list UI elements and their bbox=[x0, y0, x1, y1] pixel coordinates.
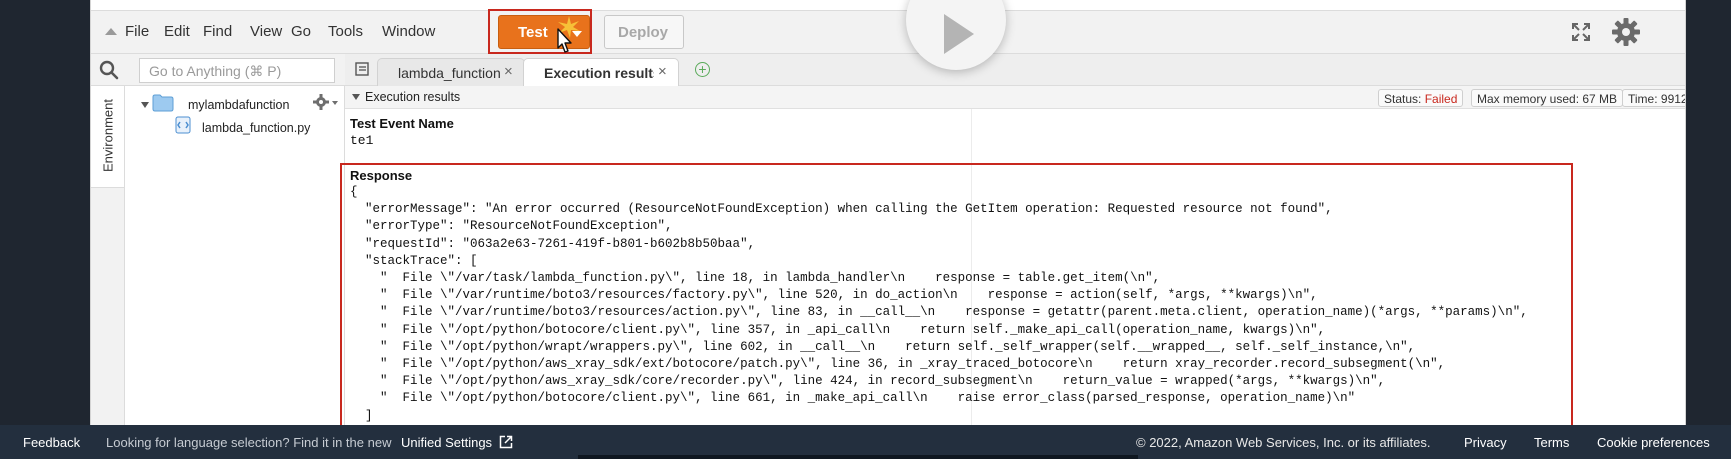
folder-name[interactable]: mylambdafunction bbox=[188, 98, 289, 112]
tab-lambda-function[interactable]: lambda_function. × bbox=[377, 58, 525, 86]
close-icon[interactable]: × bbox=[504, 63, 513, 80]
tree-expand-caret-icon[interactable] bbox=[141, 102, 149, 108]
gear-icon[interactable] bbox=[313, 94, 339, 110]
cookie-preferences-link[interactable]: Cookie preferences bbox=[1597, 435, 1710, 450]
close-icon[interactable]: × bbox=[658, 63, 667, 80]
memory-badge: Max memory used: 67 MB bbox=[1471, 89, 1624, 107]
terms-link[interactable]: Terms bbox=[1534, 435, 1569, 450]
menu-go[interactable]: Go bbox=[291, 23, 311, 40]
environment-tab[interactable]: Environment bbox=[91, 86, 125, 188]
status-label: Status: bbox=[1384, 92, 1422, 106]
console-footer: Feedback Looking for language selection?… bbox=[0, 425, 1731, 459]
unified-settings-link[interactable]: Unified Settings bbox=[401, 435, 492, 450]
results-collapse-caret-icon[interactable] bbox=[352, 94, 360, 100]
response-highlight-box bbox=[340, 163, 1573, 430]
tabs-menu-icon[interactable] bbox=[355, 62, 369, 76]
privacy-link[interactable]: Privacy bbox=[1464, 435, 1507, 450]
feedback-link[interactable]: Feedback bbox=[23, 435, 80, 450]
menu-find[interactable]: Find bbox=[203, 23, 232, 40]
goto-bar bbox=[91, 54, 345, 86]
results-title: Execution results bbox=[365, 90, 461, 104]
menu-bar: File Edit Find View Go Tools Window Test… bbox=[91, 9, 1685, 54]
menu-edit[interactable]: Edit bbox=[164, 23, 190, 40]
language-note: Looking for language selection? Find it … bbox=[106, 435, 392, 450]
tab-label: Execution results bbox=[544, 65, 654, 81]
tab-label: lambda_function. bbox=[398, 65, 502, 81]
status-badge: Status: Failed bbox=[1378, 89, 1464, 107]
test-event-name-value: te1 bbox=[350, 133, 374, 148]
menu-file[interactable]: File bbox=[125, 23, 149, 40]
environment-tab-label: Environment bbox=[100, 99, 116, 172]
file-tree: mylambdafunction lambda_function.py bbox=[125, 86, 345, 425]
video-play-overlay[interactable] bbox=[906, 0, 1006, 70]
test-event-name-heading: Test Event Name bbox=[350, 116, 454, 131]
play-icon[interactable] bbox=[906, 0, 1006, 70]
tab-execution-results[interactable]: Execution results × bbox=[523, 58, 679, 87]
goto-anything-input[interactable] bbox=[139, 58, 335, 83]
collapse-caret-icon[interactable] bbox=[105, 28, 117, 35]
footer-accent-bar bbox=[578, 455, 1138, 459]
editor-tab-bar: lambda_function. × Execution results × + bbox=[345, 54, 1685, 87]
menu-tools[interactable]: Tools bbox=[328, 23, 363, 40]
cursor-icon bbox=[557, 28, 572, 53]
menu-window[interactable]: Window bbox=[382, 23, 435, 40]
time-badge: Time: 9912.81 ms bbox=[1622, 89, 1685, 107]
copyright-text: © 2022, Amazon Web Services, Inc. or its… bbox=[1136, 435, 1431, 450]
search-icon[interactable] bbox=[99, 60, 119, 80]
status-value: Failed bbox=[1424, 92, 1458, 106]
deploy-button[interactable]: Deploy bbox=[604, 15, 684, 49]
python-file-icon bbox=[175, 116, 191, 134]
file-name[interactable]: lambda_function.py bbox=[202, 121, 310, 135]
menu-view[interactable]: View bbox=[250, 23, 282, 40]
settings-gear-icon[interactable] bbox=[1611, 17, 1641, 47]
add-tab-icon[interactable]: + bbox=[695, 62, 710, 77]
results-header: Execution results Status: Failed Max mem… bbox=[345, 86, 1685, 109]
folder-icon bbox=[152, 94, 174, 112]
fullscreen-icon[interactable] bbox=[1571, 22, 1591, 42]
external-link-icon[interactable] bbox=[499, 435, 513, 449]
deploy-button-label: Deploy bbox=[618, 24, 669, 41]
